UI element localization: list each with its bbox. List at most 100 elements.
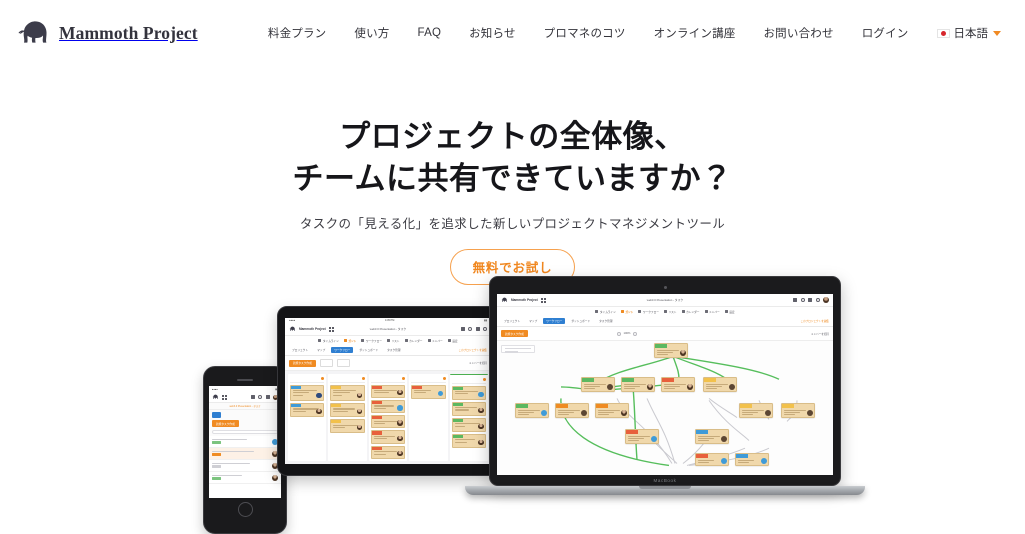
workflow-node[interactable] [654, 343, 688, 359]
workflow-node[interactable] [555, 403, 589, 419]
kanban-card[interactable] [330, 402, 365, 417]
app-menu-item-gantt[interactable]: ガント [620, 310, 633, 314]
app-menu-item-settings[interactable]: 設定 [724, 310, 735, 314]
workflow-node[interactable] [781, 403, 815, 419]
workflow-node[interactable] [695, 429, 729, 445]
brand-logo-link[interactable]: Mammoth Project [18, 18, 198, 48]
tab-workflow[interactable]: ワークフロー [543, 318, 566, 324]
nav-item-course[interactable]: オンライン講座 [640, 19, 750, 47]
settings-icon[interactable] [815, 298, 820, 302]
tab-dashboard[interactable]: ダッシュボード [568, 318, 593, 324]
search-icon[interactable] [258, 395, 262, 399]
nav-item-howto[interactable]: 使い方 [340, 19, 403, 47]
workflow-node[interactable] [735, 453, 769, 467]
list-item[interactable] [209, 460, 281, 472]
workflow-node[interactable] [703, 377, 737, 393]
workflow-node[interactable] [661, 377, 695, 393]
create-task-button[interactable]: 新規タスク作成 [501, 330, 528, 337]
tab-taskmanage[interactable]: タスク管理 [596, 318, 615, 324]
edit-project-link[interactable]: このプロジェクトを編集 [800, 319, 829, 323]
list-item[interactable] [209, 448, 281, 460]
kanban-card[interactable] [370, 415, 406, 429]
app-menu-item-settings[interactable]: 設定 [447, 339, 458, 343]
nav-item-tips[interactable]: プロマネのコツ [530, 19, 640, 47]
tab-project[interactable]: プロジェクト [289, 347, 311, 353]
notification-icon[interactable] [475, 327, 480, 331]
document-icon[interactable] [460, 327, 465, 331]
invite-member-link[interactable]: メンバーを招待 [469, 361, 487, 365]
workflow-node[interactable] [739, 403, 773, 419]
app-menu-item-gantt[interactable]: ガント [343, 339, 356, 343]
tab-project[interactable]: プロジェクト [501, 318, 523, 324]
language-selector[interactable]: 日本語 [923, 19, 1004, 47]
document-icon[interactable] [250, 395, 255, 399]
phone-tab-selected[interactable] [212, 411, 221, 418]
workflow-node[interactable] [695, 453, 729, 467]
app-menu-item-calendar[interactable]: カレンダー [681, 310, 700, 314]
zoom-out-icon[interactable] [616, 331, 621, 336]
edit-project-link[interactable]: このプロジェクトを編集 [458, 348, 487, 352]
app-menu-item-list[interactable]: リスト [387, 339, 400, 343]
list-item[interactable] [209, 436, 281, 448]
tab-dashboard[interactable]: ダッシュボード [356, 347, 381, 353]
nav-item-news[interactable]: お知らせ [455, 19, 530, 47]
workflow-node[interactable] [625, 429, 659, 445]
notification-icon[interactable] [265, 395, 270, 399]
app-menu-item-members[interactable]: メンバー [704, 310, 720, 314]
app-menu-item-calendar[interactable]: カレンダー [404, 339, 423, 343]
workflow-canvas[interactable] [497, 341, 833, 475]
workflow-node[interactable] [621, 377, 655, 393]
nav-item-faq[interactable]: FAQ [403, 21, 455, 45]
kanban-card[interactable] [370, 445, 406, 459]
nav-item-login[interactable]: ログイン [848, 19, 923, 47]
document-icon[interactable] [793, 298, 797, 302]
nav-item-pricing[interactable]: 料金プラン [254, 19, 341, 47]
kanban-card[interactable] [451, 385, 487, 400]
kanban-card[interactable] [370, 399, 406, 414]
workflow-node[interactable] [515, 403, 549, 419]
app-menu-item-workflow[interactable]: ワークフロー [638, 310, 659, 314]
tab-taskmanage[interactable]: タスク管理 [384, 347, 403, 353]
workflow-node[interactable] [595, 403, 629, 419]
phone-search-input[interactable] [212, 430, 278, 434]
list-item[interactable] [209, 472, 281, 484]
kanban-card[interactable] [330, 384, 365, 401]
grid-menu-icon[interactable] [540, 297, 546, 303]
zoom-control[interactable]: 100% [616, 331, 638, 336]
kanban-card[interactable] [330, 418, 365, 433]
invite-member-link[interactable]: メンバーを招待 [811, 332, 829, 336]
app-menu-item-list[interactable]: リスト [664, 310, 677, 314]
kanban-card[interactable] [290, 384, 325, 401]
kanban-column [288, 374, 327, 461]
kanban-card[interactable] [451, 433, 487, 448]
app-menu-item-timeline[interactable]: タイムライン [318, 339, 339, 343]
kanban-card[interactable] [451, 417, 487, 432]
kanban-card[interactable] [370, 430, 406, 444]
kanban-card[interactable] [451, 401, 487, 416]
grid-menu-icon[interactable] [222, 394, 227, 400]
filter-chip-2[interactable] [337, 359, 351, 367]
search-icon[interactable] [468, 327, 472, 331]
kanban-card[interactable] [370, 384, 406, 398]
phone-tab-2[interactable] [223, 412, 234, 418]
kanban-card[interactable] [290, 402, 325, 417]
filter-chip-1[interactable] [319, 359, 333, 367]
grid-menu-icon[interactable] [328, 326, 334, 332]
tab-workflow[interactable]: ワークフロー [331, 347, 354, 353]
notification-icon[interactable] [808, 298, 812, 302]
nav-item-contact[interactable]: お問い合わせ [749, 19, 847, 47]
tab-map[interactable]: マップ [314, 347, 328, 353]
create-task-button[interactable]: 新規タスク作成 [289, 359, 316, 367]
app-menu-item-timeline[interactable]: タイムライン [595, 310, 616, 314]
workflow-node[interactable] [581, 377, 615, 393]
zoom-in-icon[interactable] [633, 331, 638, 336]
kanban-card[interactable] [411, 384, 446, 399]
app-menu-item-workflow[interactable]: ワークフロー [361, 339, 382, 343]
phone-primary-action[interactable]: 新規タスク作成 [209, 419, 281, 428]
tab-map[interactable]: マップ [526, 318, 540, 324]
search-icon[interactable] [800, 298, 805, 302]
user-avatar[interactable] [823, 297, 829, 303]
phone-home-button[interactable] [237, 502, 253, 517]
settings-icon[interactable] [483, 327, 487, 331]
app-menu-item-members[interactable]: メンバー [427, 339, 443, 343]
